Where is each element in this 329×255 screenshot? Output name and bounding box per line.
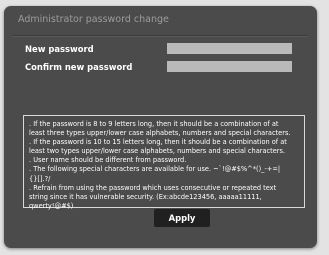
rules-line: . Refrain from using the password which … xyxy=(29,183,277,192)
rules-line: least three types upper/lower case alpha… xyxy=(29,129,291,138)
password-rules-box: . If the password is 8 to 9 letters long… xyxy=(23,115,305,210)
rules-line: string since it has vulnerable security.… xyxy=(29,192,262,201)
password-change-panel: Administrator password change New passwo… xyxy=(4,6,317,248)
new-password-label: New password xyxy=(25,44,94,54)
rules-line: . The following special characters are a… xyxy=(29,165,281,174)
rules-line: . If the password is 10 to 15 letters lo… xyxy=(29,138,287,147)
new-password-input[interactable] xyxy=(167,43,292,54)
rules-line: least two types upper/lower case alphabe… xyxy=(29,147,286,156)
panel-title: Administrator password change xyxy=(18,14,169,25)
rules-line: {}[].?/ xyxy=(29,174,51,183)
title-divider xyxy=(13,35,307,37)
confirm-password-input[interactable] xyxy=(167,61,292,72)
rules-line: . User name should be different from pas… xyxy=(29,156,187,165)
rules-line: . If the password is 8 to 9 letters long… xyxy=(29,120,279,128)
confirm-password-label: Confirm new password xyxy=(25,62,133,72)
apply-button[interactable]: Apply xyxy=(154,209,210,227)
